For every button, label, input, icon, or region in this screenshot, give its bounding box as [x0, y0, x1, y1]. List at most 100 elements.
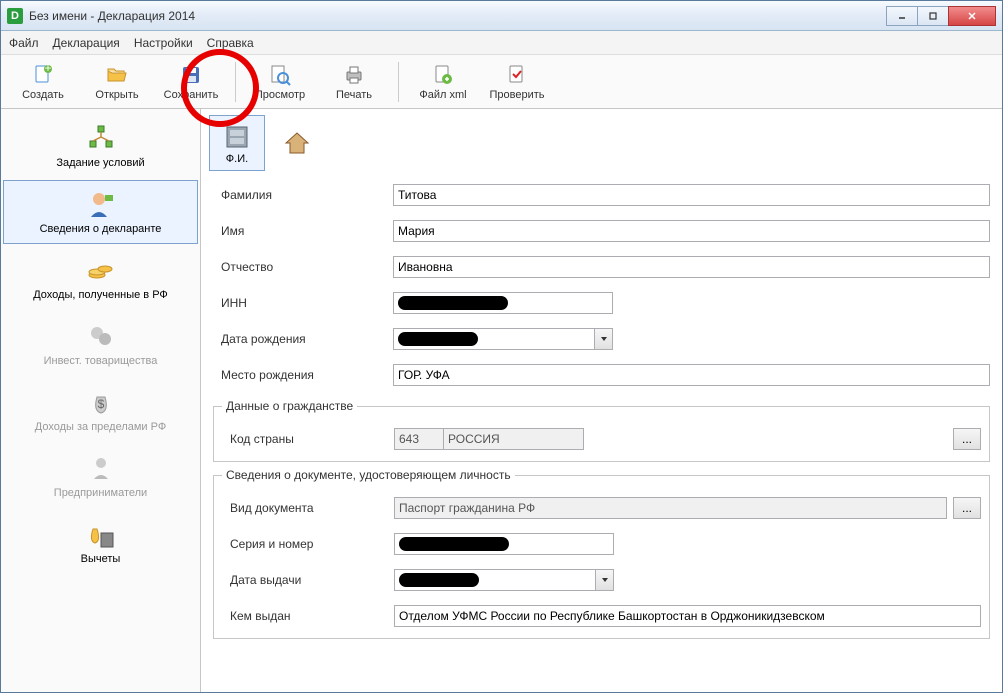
menu-declaration[interactable]: Декларация — [53, 36, 120, 50]
save-button[interactable]: Сохранить — [155, 58, 227, 106]
sidebar-label: Предприниматели — [50, 487, 151, 499]
input-lastname[interactable] — [393, 184, 990, 206]
sub-toolbar: Ф.И. — [201, 109, 1002, 173]
input-serial[interactable] — [394, 533, 614, 555]
filexml-button[interactable]: Файл xml — [407, 58, 479, 106]
preview-label: Просмотр — [255, 89, 305, 101]
moneybag-icon: $ — [85, 387, 117, 419]
browse-doctype-button[interactable]: ... — [953, 497, 981, 519]
combo-dob[interactable] — [393, 328, 613, 350]
sidebar-item-conditions[interactable]: Задание условий — [3, 114, 198, 178]
dropdown-icon[interactable] — [596, 569, 614, 591]
label-firstname: Имя — [213, 224, 393, 238]
fio-tab[interactable]: Ф.И. — [209, 115, 265, 171]
fieldset-iddoc: Сведения о документе, удостоверяющем лич… — [213, 468, 990, 639]
form-area: Фамилия Имя Отчество ИНН Дата рождения — [201, 173, 1002, 657]
sidebar-item-income-abroad[interactable]: $ Доходы за пределами РФ — [3, 378, 198, 442]
sidebar-label: Задание условий — [52, 157, 148, 169]
fio-tab-label: Ф.И. — [226, 153, 248, 165]
menu-settings[interactable]: Настройки — [134, 36, 193, 50]
svg-text:$: $ — [97, 397, 104, 411]
body: Задание условий Сведения о декларанте До… — [1, 109, 1002, 692]
open-button[interactable]: Открыть — [81, 58, 153, 106]
briefcase-person-icon — [85, 453, 117, 485]
dropdown-icon[interactable] — [595, 328, 613, 350]
coins-icon — [85, 255, 117, 287]
svg-text:+: + — [44, 63, 51, 75]
preview-button[interactable]: Просмотр — [244, 58, 316, 106]
input-countryname — [444, 428, 584, 450]
input-issuedate[interactable] — [394, 569, 596, 591]
sidebar-item-income-rf[interactable]: Доходы, полученные в РФ — [3, 246, 198, 310]
label-countrycode: Код страны — [222, 432, 394, 446]
invest-icon — [85, 321, 117, 353]
sidebar-item-entrepreneur[interactable]: Предприниматели — [3, 444, 198, 508]
menu-help[interactable]: Справка — [207, 36, 254, 50]
redacted-dob — [398, 332, 478, 346]
label-patronymic: Отчество — [213, 260, 393, 274]
input-inn[interactable] — [393, 292, 613, 314]
toolbar-separator-2 — [398, 62, 399, 102]
sidebar-label: Вычеты — [77, 553, 125, 565]
sidebar-label: Доходы, полученные в РФ — [29, 289, 172, 301]
label-serial: Серия и номер — [222, 537, 394, 551]
check-button[interactable]: Проверить — [481, 58, 553, 106]
browse-country-button[interactable]: ... — [953, 428, 981, 450]
input-doctype — [394, 497, 947, 519]
house-icon — [281, 127, 313, 159]
titlebar: D Без имени - Декларация 2014 — [1, 1, 1002, 31]
sidebar-label: Доходы за пределами РФ — [31, 421, 170, 433]
input-issuedby[interactable] — [394, 605, 981, 627]
folder-open-icon — [105, 63, 129, 87]
check-label: Проверить — [489, 89, 544, 101]
window-title: Без имени - Декларация 2014 — [29, 9, 887, 23]
person-icon — [85, 189, 117, 221]
legend-citizenship: Данные о гражданстве — [222, 399, 357, 413]
toolbar: + Создать Открыть Сохранить Просмотр Печ… — [1, 55, 1002, 109]
print-label: Печать — [336, 89, 372, 101]
input-countrycode — [394, 428, 444, 450]
legend-iddoc: Сведения о документе, удостоверяющем лич… — [222, 468, 515, 482]
sidebar-label: Сведения о декларанте — [36, 223, 166, 235]
menu-file[interactable]: Файл — [9, 36, 39, 50]
close-button[interactable] — [948, 6, 996, 26]
fieldset-citizenship: Данные о гражданстве Код страны ... — [213, 399, 990, 462]
label-lastname: Фамилия — [213, 188, 393, 202]
print-button[interactable]: Печать — [318, 58, 390, 106]
minimize-button[interactable] — [886, 6, 918, 26]
label-doctype: Вид документа — [222, 501, 394, 515]
check-icon — [505, 63, 529, 87]
redacted-issuedate — [399, 573, 479, 587]
sidebar-item-deductions[interactable]: Вычеты — [3, 510, 198, 574]
label-dob: Дата рождения — [213, 332, 393, 346]
label-issuedby: Кем выдан — [222, 609, 394, 623]
preview-icon — [268, 63, 292, 87]
menubar: Файл Декларация Настройки Справка — [1, 31, 1002, 55]
deductions-icon — [85, 519, 117, 551]
main-panel: Ф.И. Фамилия Имя Отчество — [201, 109, 1002, 692]
maximize-button[interactable] — [917, 6, 949, 26]
cabinet-icon — [221, 121, 253, 153]
sidebar-label: Инвест. товарищества — [40, 355, 162, 367]
house-tab[interactable] — [269, 115, 325, 171]
sidebar-item-declarant[interactable]: Сведения о декларанте — [3, 180, 198, 244]
app-window: D Без имени - Декларация 2014 Файл Декла… — [0, 0, 1003, 693]
save-label: Сохранить — [164, 89, 219, 101]
label-issuedate: Дата выдачи — [222, 573, 394, 587]
redacted-inn — [398, 296, 508, 310]
xml-file-icon — [431, 63, 455, 87]
app-icon: D — [7, 8, 23, 24]
label-birthplace: Место рождения — [213, 368, 393, 382]
input-birthplace[interactable] — [393, 364, 990, 386]
open-label: Открыть — [95, 89, 138, 101]
window-controls — [887, 6, 996, 26]
create-button[interactable]: + Создать — [7, 58, 79, 106]
create-label: Создать — [22, 89, 64, 101]
sidebar-item-invest[interactable]: Инвест. товарищества — [3, 312, 198, 376]
redacted-serial — [399, 537, 509, 551]
input-dob[interactable] — [393, 328, 595, 350]
input-patronymic[interactable] — [393, 256, 990, 278]
label-inn: ИНН — [213, 296, 393, 310]
combo-issuedate[interactable] — [394, 569, 614, 591]
input-firstname[interactable] — [393, 220, 990, 242]
